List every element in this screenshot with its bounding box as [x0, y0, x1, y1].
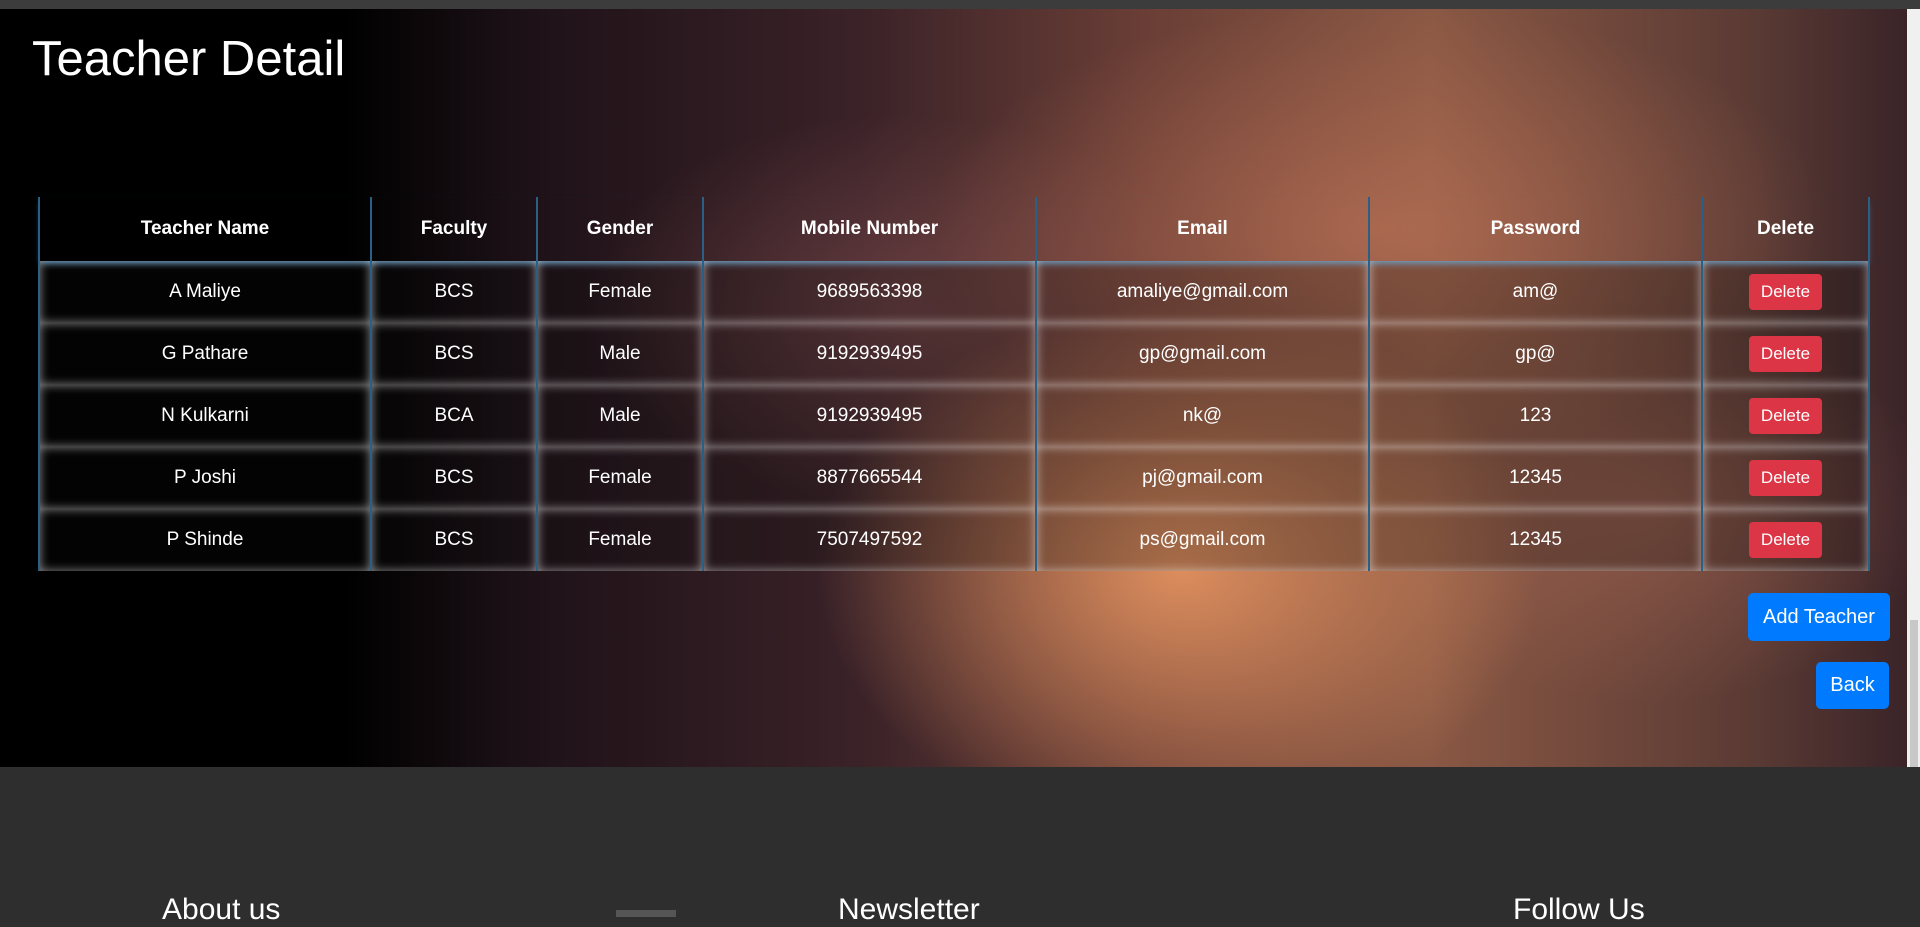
cell-teacher-name: P Joshi [38, 447, 372, 509]
browser-top-bar [0, 0, 1920, 9]
header-faculty: Faculty [370, 197, 538, 261]
back-button[interactable]: Back [1816, 662, 1889, 709]
cell-delete: Delete [1701, 323, 1870, 385]
table-row: G Pathare BCS Male 9192939495 gp@gmail.c… [38, 323, 1870, 385]
cell-password: gp@ [1368, 323, 1703, 385]
delete-button[interactable]: Delete [1748, 522, 1823, 558]
cell-mobile: 7507497592 [702, 509, 1037, 571]
cell-faculty: BCS [370, 509, 538, 571]
cell-password: 12345 [1368, 509, 1703, 571]
cell-gender: Male [536, 323, 704, 385]
cell-faculty: BCA [370, 385, 538, 447]
cell-faculty: BCS [370, 447, 538, 509]
delete-button[interactable]: Delete [1748, 460, 1823, 496]
cell-email: nk@ [1035, 385, 1370, 447]
footer-newsletter-heading: Newsletter [838, 893, 980, 926]
cell-faculty: BCS [370, 323, 538, 385]
page-scrollbar-thumb[interactable] [1910, 620, 1918, 767]
cell-email: amaliye@gmail.com [1035, 261, 1370, 323]
cell-password: 12345 [1368, 447, 1703, 509]
add-teacher-button[interactable]: Add Teacher [1748, 593, 1890, 641]
cell-email: pj@gmail.com [1035, 447, 1370, 509]
cell-gender: Male [536, 385, 704, 447]
table-row: N Kulkarni BCA Male 9192939495 nk@ 123 D… [38, 385, 1870, 447]
table-row: P Shinde BCS Female 7507497592 ps@gmail.… [38, 509, 1870, 571]
footer-follow-heading: Follow Us [1513, 893, 1645, 926]
cell-delete: Delete [1701, 509, 1870, 571]
cell-gender: Female [536, 447, 704, 509]
cell-teacher-name: A Maliye [38, 261, 372, 323]
cell-delete: Delete [1701, 261, 1870, 323]
cell-mobile: 9689563398 [702, 261, 1037, 323]
footer-about-heading: About us [162, 893, 281, 926]
cell-delete: Delete [1701, 385, 1870, 447]
header-password: Password [1368, 197, 1703, 261]
page-title: Teacher Detail [32, 32, 346, 86]
cell-teacher-name: G Pathare [38, 323, 372, 385]
table-row: P Joshi BCS Female 8877665544 pj@gmail.c… [38, 447, 1870, 509]
delete-button[interactable]: Delete [1748, 336, 1823, 372]
cell-delete: Delete [1701, 447, 1870, 509]
delete-button[interactable]: Delete [1748, 274, 1823, 310]
footer: About us Newsletter Follow Us [0, 767, 1920, 926]
delete-button[interactable]: Delete [1748, 398, 1823, 434]
teacher-table: Teacher Name Faculty Gender Mobile Numbe… [38, 197, 1870, 571]
header-gender: Gender [536, 197, 704, 261]
cell-faculty: BCS [370, 261, 538, 323]
cell-teacher-name: P Shinde [38, 509, 372, 571]
cell-email: gp@gmail.com [1035, 323, 1370, 385]
cell-password: 123 [1368, 385, 1703, 447]
cell-gender: Female [536, 261, 704, 323]
header-email: Email [1035, 197, 1370, 261]
table-header-row: Teacher Name Faculty Gender Mobile Numbe… [38, 197, 1870, 261]
horizontal-scrollbar-thumb[interactable] [616, 910, 676, 917]
hero-section: Teacher Detail Teacher Name Faculty Gend… [0, 9, 1907, 767]
header-delete: Delete [1701, 197, 1870, 261]
cell-email: ps@gmail.com [1035, 509, 1370, 571]
cell-password: am@ [1368, 261, 1703, 323]
cell-mobile: 9192939495 [702, 385, 1037, 447]
header-teacher-name: Teacher Name [38, 197, 372, 261]
table-row: A Maliye BCS Female 9689563398 amaliye@g… [38, 261, 1870, 323]
cell-mobile: 9192939495 [702, 323, 1037, 385]
cell-mobile: 8877665544 [702, 447, 1037, 509]
cell-teacher-name: N Kulkarni [38, 385, 372, 447]
header-mobile-number: Mobile Number [702, 197, 1037, 261]
cell-gender: Female [536, 509, 704, 571]
